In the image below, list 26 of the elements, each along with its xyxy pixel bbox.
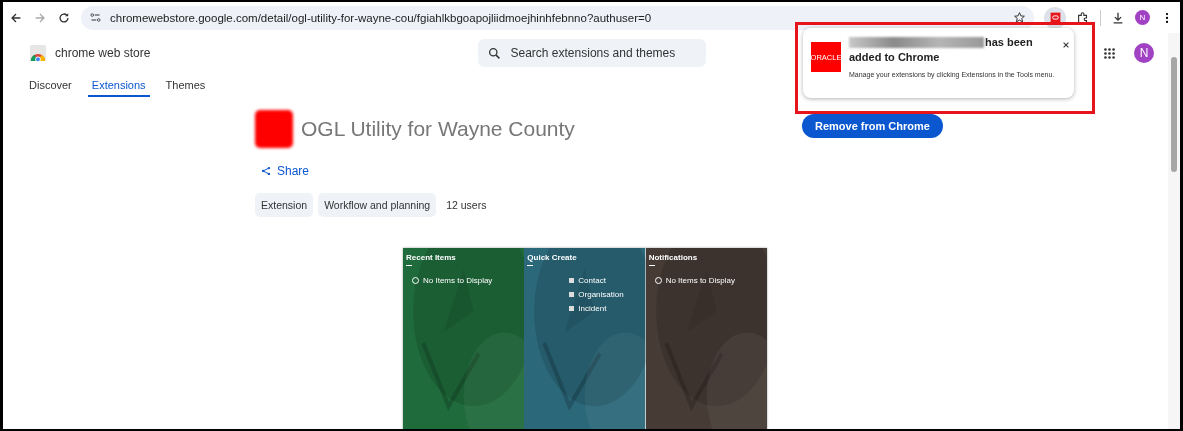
extension-title: OGL Utility for Wayne County — [301, 117, 575, 141]
empty-message: No Items to Display — [423, 276, 493, 285]
profile-avatar[interactable]: N — [1134, 43, 1154, 63]
panel-title: Quick Create — [527, 253, 578, 262]
store-name[interactable]: chrome web store — [55, 46, 151, 60]
category-chip[interactable]: Workflow and planning — [318, 193, 437, 217]
popup-message: has been — [985, 36, 1033, 48]
remove-button[interactable]: Remove from Chrome — [802, 114, 943, 138]
profile-avatar[interactable]: N — [1135, 10, 1150, 25]
address-bar[interactable]: chromewebstore.google.com/detail/ogl-utility-for-wayne-cou/fgiahlkbgoapojliidmoejhinhfebnno?authuser=0 — [81, 5, 1034, 30]
nav-tab[interactable]: Discover — [25, 73, 76, 97]
user-count: 12 users — [446, 199, 487, 211]
panel-title: Recent Items — [406, 253, 457, 262]
quick-link[interactable]: Contact — [578, 276, 606, 285]
popup-message: added to Chrome — [849, 51, 941, 63]
panel-title: Notifications — [648, 253, 699, 262]
quick-link[interactable]: Organisation — [578, 290, 624, 299]
empty-message: No Items to Display — [665, 276, 735, 285]
extension-screenshot[interactable]: Recent Items No Items to Display Quick Create Contact Organisation Incident Notifications No Items to Display — [403, 248, 767, 429]
category-chip[interactable]: Extension — [255, 193, 314, 217]
search-field[interactable]: Search extensions and themes — [477, 39, 706, 67]
nav-tab[interactable]: Themes — [161, 73, 210, 97]
nav-tab[interactable]: Extensions — [87, 73, 150, 97]
quick-link[interactable]: Incident — [578, 304, 607, 313]
share-button[interactable]: Share — [255, 161, 316, 181]
url-text: chromewebstore.google.com/detail/ogl-utility-for-wayne-cou/fgiahlkbgoapojliidmoejhinhfebnno?authuser=0 — [110, 11, 653, 24]
